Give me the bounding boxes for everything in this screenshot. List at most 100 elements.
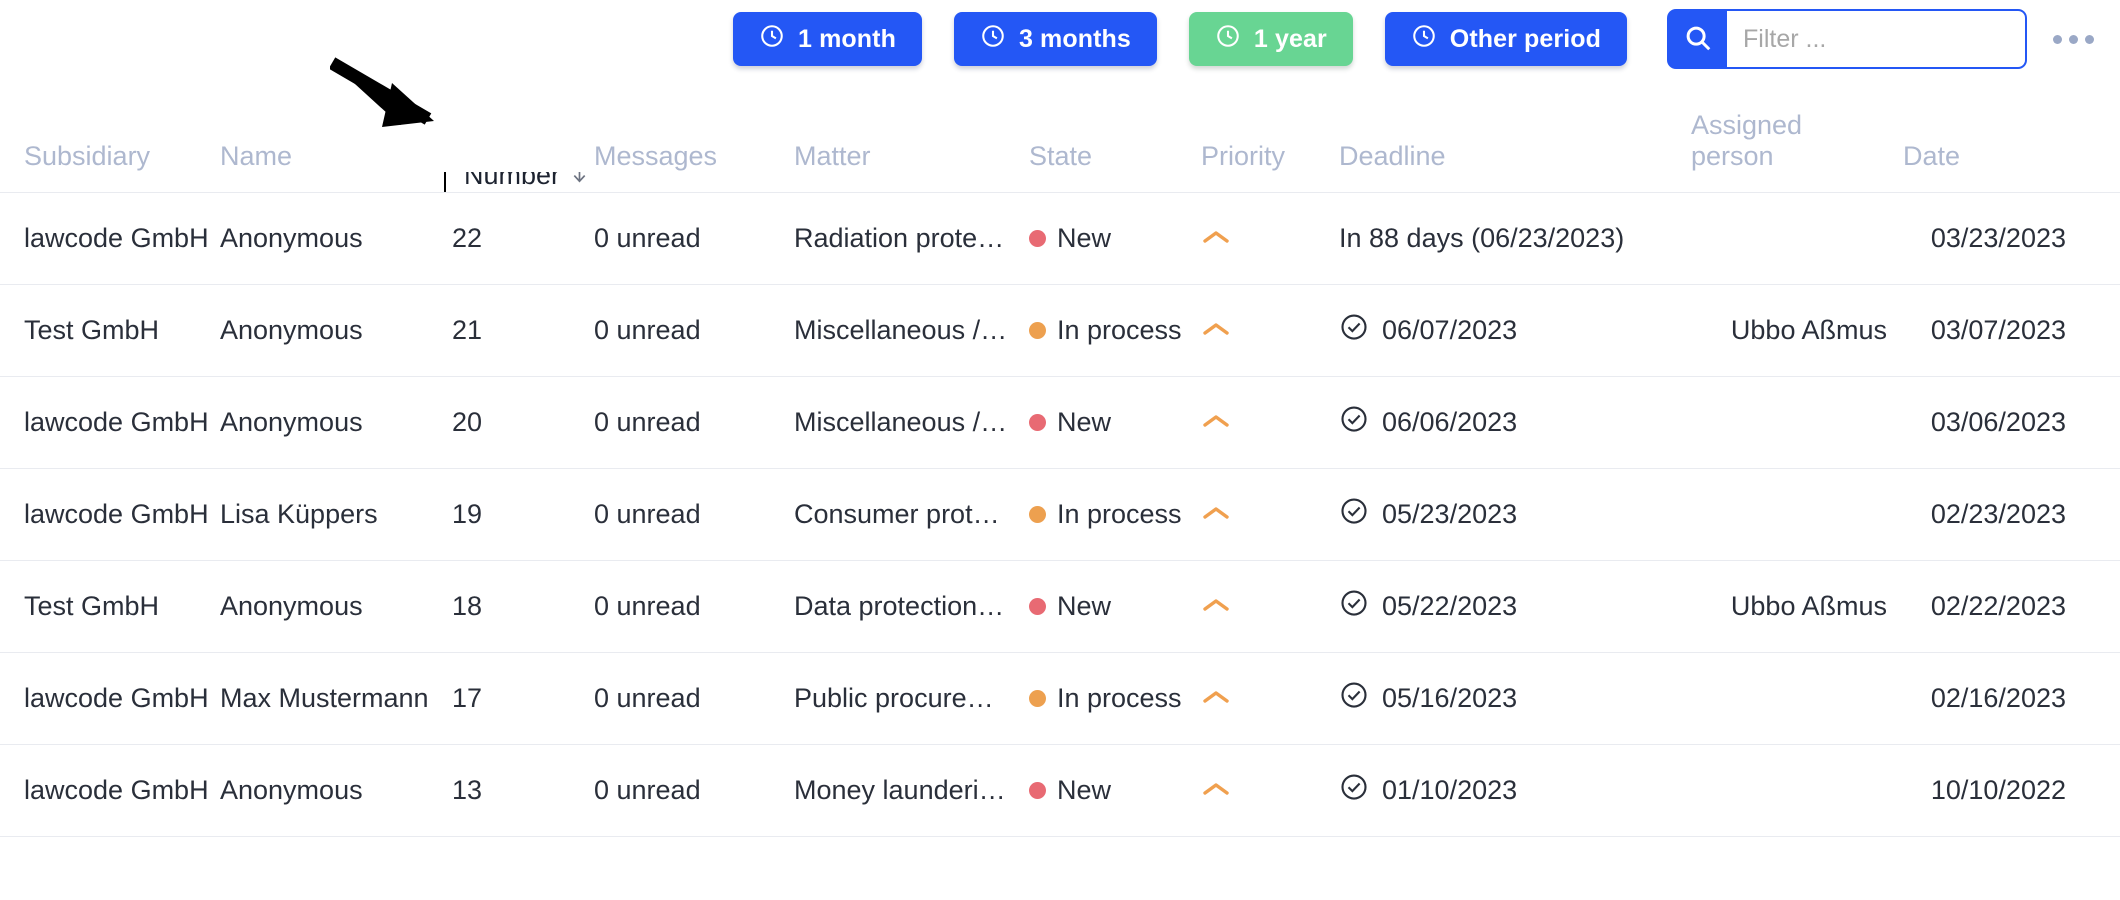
cell-date: 03/07/2023 <box>1930 315 2066 345</box>
cell-date: 10/10/2022 <box>1930 775 2066 805</box>
cell-state: New <box>1021 407 1193 438</box>
cell-number: 18 <box>452 591 483 621</box>
check-circle-icon <box>1339 772 1369 809</box>
search-button[interactable] <box>1669 11 1727 67</box>
cell-date: 02/16/2023 <box>1930 683 2066 713</box>
period-button-label: 1 month <box>798 24 896 53</box>
table-row[interactable]: lawcode GmbH Lisa Küppers 19 0 unread Consum… <box>0 469 2120 561</box>
column-header-messages[interactable]: Messages <box>586 141 786 192</box>
status-dot-icon <box>1029 414 1046 431</box>
check-circle-icon <box>1339 404 1369 441</box>
issues-table: Subsidiary Name Number Messages Matter S… <box>0 78 2120 837</box>
column-header-name[interactable]: Name <box>212 141 444 192</box>
cell-priority <box>1193 499 1331 530</box>
cell-state: In process <box>1021 683 1193 714</box>
cell-subsidiary: lawcode GmbH <box>24 499 209 529</box>
cell-messages: 0 unread <box>594 499 701 529</box>
cell-subsidiary: Test GmbH <box>24 315 160 345</box>
status-dot-icon <box>1029 322 1046 339</box>
column-header-date[interactable]: Date <box>1895 141 2100 192</box>
ellipsis-icon[interactable] <box>2049 25 2098 54</box>
clock-icon <box>1215 23 1241 56</box>
deadline-label: 05/16/2023 <box>1382 683 1518 713</box>
check-circle-icon <box>1339 496 1369 533</box>
cell-state: New <box>1021 223 1193 254</box>
cell-deadline: 05/23/2023 <box>1331 496 1683 533</box>
status-label: New <box>1057 775 1112 805</box>
cell-messages: 0 unread <box>594 315 701 345</box>
column-header-matter[interactable]: Matter <box>786 141 1021 192</box>
cell-deadline: 06/06/2023 <box>1331 404 1683 441</box>
table-row[interactable]: lawcode GmbH Anonymous 20 0 unread Miscellan… <box>0 377 2120 469</box>
cell-number: 17 <box>452 683 483 713</box>
deadline-label: 01/10/2023 <box>1382 775 1518 805</box>
cell-messages: 0 unread <box>594 775 701 805</box>
cell-matter: Consumer prot… <box>794 499 1000 529</box>
column-header-number-label: Number <box>464 172 561 191</box>
table-header-row: Subsidiary Name Number Messages Matter S… <box>0 78 2120 193</box>
cell-number: 13 <box>452 775 483 805</box>
table-row[interactable]: lawcode GmbH Anonymous 13 0 unread Money lau… <box>0 745 2120 837</box>
column-header-state[interactable]: State <box>1021 141 1193 192</box>
table-row[interactable]: Test GmbH Anonymous 21 0 unread Miscellaneou… <box>0 285 2120 377</box>
cell-name: Anonymous <box>220 315 363 345</box>
deadline-label: 06/06/2023 <box>1382 407 1518 437</box>
cell-subsidiary: lawcode GmbH <box>24 407 209 437</box>
cell-subsidiary: Test GmbH <box>24 591 160 621</box>
cell-number: 22 <box>452 223 483 253</box>
cell-name: Anonymous <box>220 775 363 805</box>
cell-name: Anonymous <box>220 407 363 437</box>
cell-matter: Data protection… <box>794 591 1005 621</box>
deadline-label: 05/22/2023 <box>1382 591 1518 621</box>
status-label: In process <box>1057 499 1182 529</box>
search-input[interactable] <box>1727 11 2025 67</box>
status-label: In process <box>1057 315 1182 345</box>
cell-number: 21 <box>452 315 483 345</box>
deadline-label: 06/07/2023 <box>1382 315 1518 345</box>
period-button-3-months[interactable]: 3 months <box>953 12 1157 66</box>
check-circle-icon <box>1339 588 1369 625</box>
cell-deadline: 05/22/2023 <box>1331 588 1683 625</box>
column-header-priority[interactable]: Priority <box>1193 141 1331 192</box>
cell-priority <box>1193 591 1331 622</box>
period-button-1-year[interactable]: 1 year <box>1188 12 1353 66</box>
cell-priority <box>1193 775 1331 806</box>
clock-icon <box>980 23 1006 56</box>
column-header-subsidiary[interactable]: Subsidiary <box>0 141 212 192</box>
period-button-1-month[interactable]: 1 month <box>733 12 922 66</box>
cell-name: Anonymous <box>220 223 363 253</box>
column-header-number[interactable]: Number <box>444 172 586 192</box>
cell-state: In process <box>1021 499 1193 530</box>
table-row[interactable]: lawcode GmbH Anonymous 22 0 unread Radiation… <box>0 193 2120 285</box>
table-row[interactable]: Test GmbH Anonymous 18 0 unread Data protect… <box>0 561 2120 653</box>
cell-deadline: 01/10/2023 <box>1331 772 1683 809</box>
status-label: New <box>1057 223 1112 253</box>
table-row[interactable]: lawcode GmbH Max Mustermann 17 0 unread Publ… <box>0 653 2120 745</box>
cell-matter: Radiation prote… <box>794 223 1005 253</box>
check-circle-icon <box>1339 680 1369 717</box>
cell-number: 20 <box>452 407 483 437</box>
deadline-label: 05/23/2023 <box>1382 499 1518 529</box>
status-label: New <box>1057 591 1112 621</box>
arrow-down-icon <box>569 172 586 191</box>
cell-matter: Miscellaneous /… <box>794 315 1008 345</box>
cell-deadline: 06/07/2023 <box>1331 312 1683 349</box>
chevron-up-icon <box>1201 591 1231 621</box>
column-header-deadline[interactable]: Deadline <box>1331 141 1683 192</box>
status-dot-icon <box>1029 506 1046 523</box>
cell-name: Max Mustermann <box>220 683 429 713</box>
cell-priority <box>1193 407 1331 438</box>
period-button-other-period[interactable]: Other period <box>1384 12 1627 66</box>
period-button-label: Other period <box>1449 24 1601 53</box>
column-header-assigned-person[interactable]: Assigned person <box>1683 110 1895 192</box>
status-label: New <box>1057 407 1112 437</box>
filter-toolbar: 1 month 3 months 1 year Other period Fil… <box>0 0 2120 78</box>
status-dot-icon <box>1029 690 1046 707</box>
cell-state: New <box>1021 775 1193 806</box>
cell-messages: 0 unread <box>594 683 701 713</box>
deadline-label: In 88 days (06/23/2023) <box>1339 223 1625 253</box>
ellipsis-dot <box>2069 34 2078 44</box>
cell-matter: Miscellaneous /… <box>794 407 1008 437</box>
chevron-up-icon <box>1201 407 1231 437</box>
ellipsis-dot <box>2085 34 2094 44</box>
